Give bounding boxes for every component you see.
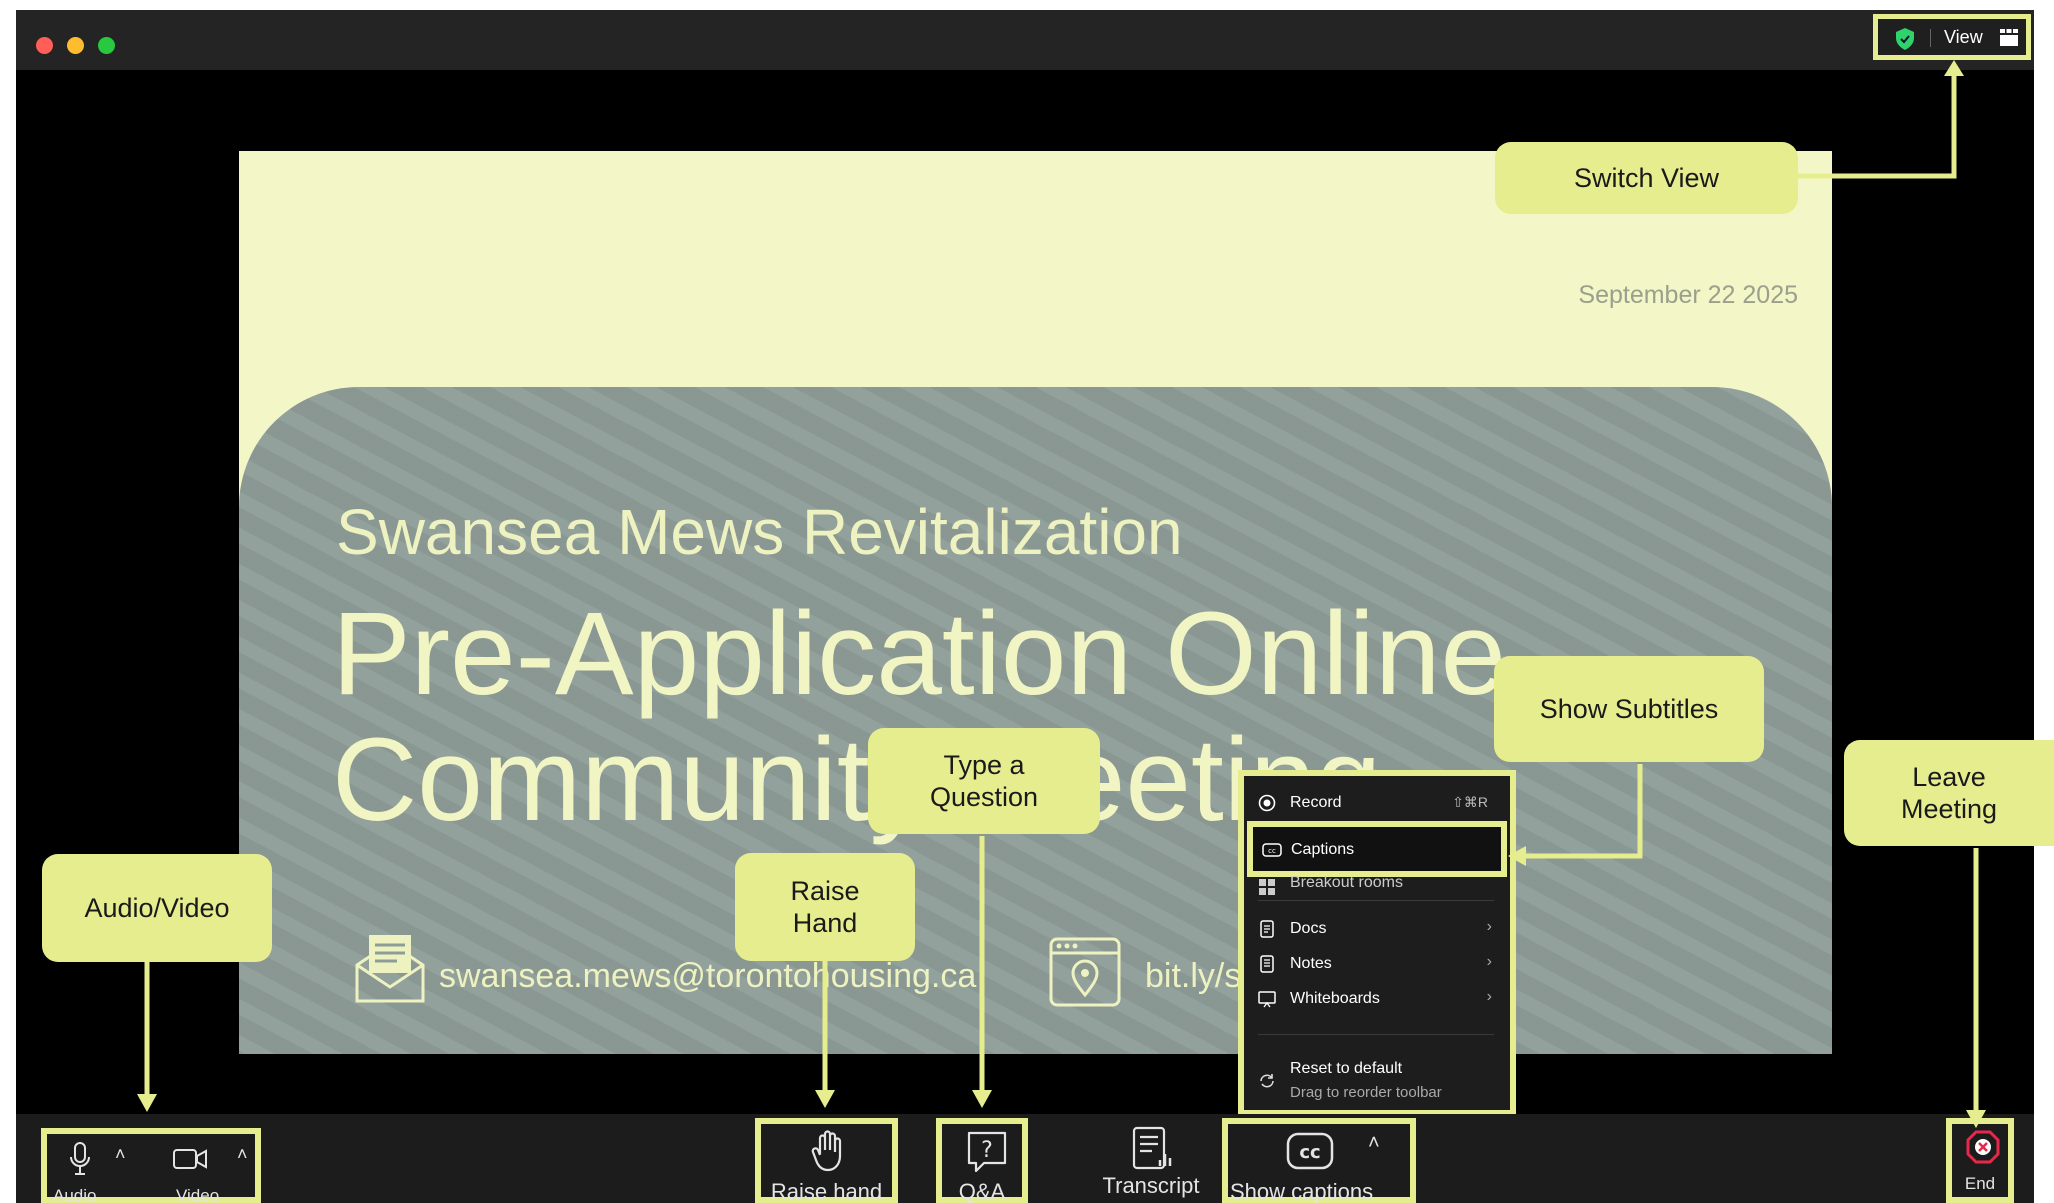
minimize-window-button[interactable] [67,37,84,54]
slide-subtitle: Swansea Mews Revitalization [336,496,1183,568]
chevron-right-icon: › [1486,918,1492,935]
menu-item-label: Record [1290,794,1342,811]
menu-item-label: Docs [1290,920,1327,937]
view-label: View [1944,27,1983,47]
chevron-right-icon: › [1486,953,1492,970]
notes-icon [1260,955,1274,973]
raise-hand-label: Raise hand [770,1179,883,1203]
shared-slide: September 22 2025 Swansea Mews Revitaliz… [239,151,1832,1054]
cc-icon: cc [1262,843,1282,857]
video-camera-icon[interactable] [173,1148,207,1170]
end-meeting-button[interactable]: End [1946,1118,2014,1203]
svg-text:cc: cc [1299,1142,1320,1163]
reset-hint: Drag to reorder toolbar [1290,1084,1442,1101]
captions-cc-icon: cc [1286,1132,1334,1170]
web-location-icon [1049,937,1121,1007]
shield-icon [1896,28,1914,50]
project-link: bit.ly/s [1145,957,1242,995]
audio-video-group: ˄ Audio ˄ Video [41,1128,261,1203]
menu-item-label: Notes [1290,955,1332,972]
qa-button[interactable]: ? Q&A [936,1118,1028,1203]
menu-item-label: Captions [1291,841,1355,858]
menu-item-reset[interactable]: Reset to default Drag to reorder toolbar [1244,1054,1510,1110]
show-captions-label: Show captions [1230,1179,1374,1203]
reset-label: Reset to default [1290,1060,1403,1077]
audio-label: Audio [53,1186,97,1203]
grid-icon [2000,29,2018,46]
title-bar: View [16,10,2034,70]
menu-item-shortcut: ⇧⌘R [1452,794,1488,810]
microphone-icon[interactable] [69,1142,91,1176]
menu-item-breakout-rooms[interactable]: Breakout rooms [1244,876,1510,896]
show-captions-button[interactable]: cc ˄ Show captions [1222,1118,1416,1203]
chevron-right-icon: › [1486,988,1492,1005]
video-options-chevron-icon[interactable]: ˄ [237,1144,248,1165]
close-window-button[interactable] [36,37,53,54]
mail-icon [355,935,425,1003]
slide-date: September 22 2025 [1578,281,1798,309]
menu-divider [1258,1034,1494,1035]
menu-item-record[interactable]: Record ⇧⌘R [1244,786,1510,820]
audio-options-chevron-icon[interactable]: ˄ [115,1144,126,1165]
question-bubble-icon: ? [967,1131,1007,1173]
whiteboard-icon [1258,991,1276,1008]
menu-item-whiteboards[interactable]: Whiteboards › [1244,982,1510,1016]
callout-raise-hand: Raise Hand [735,853,915,961]
raise-hand-button[interactable]: Raise hand [755,1118,898,1203]
end-label: End [1964,1174,1996,1193]
breakout-rooms-icon [1259,879,1275,895]
callout-switch-view: Switch View [1495,142,1798,214]
video-label: Video [176,1186,220,1203]
menu-item-notes[interactable]: Notes › [1244,947,1510,981]
end-call-icon [1966,1130,2000,1164]
transcript-button[interactable]: Transcript [1076,1124,1226,1203]
transcript-icon [1132,1126,1172,1170]
captions-options-chevron-icon[interactable]: ˄ [1368,1132,1380,1155]
callout-type-question: Type a Question [868,728,1100,834]
callout-audio-video: Audio/Video [42,854,272,962]
transcript-label: Transcript [1102,1173,1200,1198]
menu-item-label: Whiteboards [1290,990,1380,1007]
callout-show-subtitles: Show Subtitles [1494,656,1764,762]
zoom-window-button[interactable] [98,37,115,54]
callout-leave-meeting: Leave Meeting [1844,740,2054,846]
docs-icon [1260,920,1274,938]
menu-divider [1258,900,1494,901]
record-icon [1258,794,1276,812]
reset-icon [1260,1074,1274,1088]
contact-email: swansea.mews@torontohousing.ca [439,957,977,995]
svg-text:?: ? [981,1138,993,1163]
menu-item-captions[interactable]: cc Captions [1247,821,1507,877]
meeting-toolbar: ˄ Audio ˄ Video Raise hand ? Q&A Transcr… [16,1114,2034,1203]
menu-item-docs[interactable]: Docs › [1244,912,1510,946]
raise-hand-icon [811,1130,842,1172]
view-button[interactable]: View [1873,14,2031,60]
svg-text:cc: cc [1268,847,1276,855]
more-options-menu: Record ⇧⌘R cc Captions Breakout rooms Do… [1238,770,1516,1116]
slide-title-line-1: Pre-Application Online [332,588,1507,720]
menu-item-label: Breakout rooms [1290,876,1403,891]
qa-label: Q&A [958,1179,1006,1203]
divider [1930,29,1931,47]
